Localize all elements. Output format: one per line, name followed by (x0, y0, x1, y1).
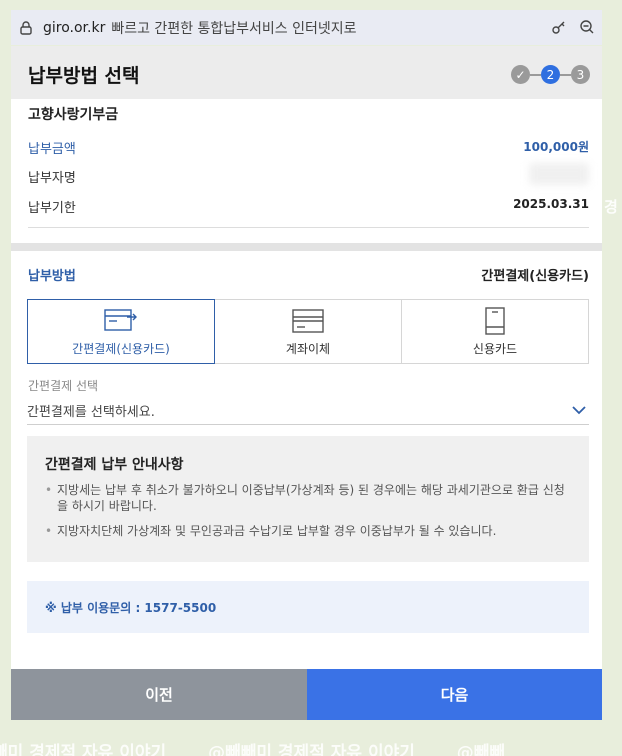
tab-label: 신용카드 (472, 341, 518, 356)
url-domain: giro.or.kr (43, 19, 106, 36)
watermark-strip: 빼미 경제적 자유 이야기 @빼빼미 경제적 자유 이야기 @빼빼 (0, 738, 622, 756)
step-1-complete-icon: ✓ (511, 65, 530, 84)
notice-item: 지방자치단체 가상계좌 및 무인공과금 수납기로 납부할 경우 이중납부가 될 … (45, 523, 575, 539)
divider (28, 227, 589, 228)
tab-bank-transfer[interactable]: 계좌이체 (214, 299, 402, 364)
chevron-down-icon (572, 406, 586, 415)
payment-method-row: 납부방법 간편결제(신용카드) (28, 265, 589, 284)
easy-pay-select[interactable]: 간편결제를 선택하세요. (27, 396, 589, 425)
page-title: 납부방법 선택 (28, 65, 140, 87)
easy-pay-select-value: 간편결제를 선택하세요. (27, 404, 155, 420)
credit-card-icon (485, 306, 505, 335)
tab-easy-pay[interactable]: 간편결제(신용카드) (27, 299, 215, 364)
payer-label: 납부자명 (28, 171, 76, 186)
payment-panel: 납부방법 선택 ✓ 2 3 고향사랑기부금 납부금액 100,000원 납부자명… (11, 46, 602, 720)
tab-label: 계좌이체 (285, 341, 331, 356)
due-date-row: 납부기한 2025.03.31 (28, 197, 589, 216)
easy-pay-select-label: 간편결제 선택 (28, 379, 99, 393)
amount-label: 납부금액 (28, 142, 76, 157)
browser-address-bar[interactable]: giro.or.kr 빠르고 간편한 통합납부서비스 인터넷지로 (11, 10, 602, 45)
notice-list: 지방세는 납부 후 취소가 불가하오니 이중납부(가상계좌 등) 된 경우에는 … (45, 482, 575, 548)
contact-info: ※ 납부 이용문의 : 1577-5500 (27, 581, 589, 633)
step-2-current: 2 (541, 65, 560, 84)
method-label: 납부방법 (28, 269, 76, 284)
key-icon[interactable] (550, 18, 568, 36)
tax-name: 고향사랑기부금 (28, 107, 119, 123)
notice-title: 간편결제 납부 안내사항 (45, 457, 184, 473)
lock-icon[interactable] (17, 19, 35, 37)
tab-label: 간편결제(신용카드) (72, 341, 170, 356)
step-connector (560, 73, 571, 76)
watermark-side: 경 (604, 198, 618, 216)
tab-credit-card[interactable]: 신용카드 (401, 299, 589, 364)
amount-row: 납부금액 100,000원 (28, 138, 589, 157)
page-tab-title: 빠르고 간편한 통합납부서비스 인터넷지로 (111, 20, 357, 37)
step-connector (530, 73, 541, 76)
section-separator (11, 243, 602, 251)
watermark-text: @빼빼미 경제적 자유 이야기 (208, 743, 415, 756)
bank-transfer-icon (292, 308, 324, 333)
prev-button[interactable]: 이전 (11, 669, 307, 720)
due-label: 납부기한 (28, 201, 76, 216)
payment-method-tabs: 간편결제(신용카드) 계좌이체 신용카드 (27, 299, 589, 364)
step-3: 3 (571, 65, 590, 84)
payer-name-redacted (529, 163, 589, 185)
easy-pay-icon (104, 308, 137, 331)
notice-box: 간편결제 납부 안내사항 지방세는 납부 후 취소가 불가하오니 이중납부(가상… (27, 436, 589, 562)
step-indicator: ✓ 2 3 (511, 65, 590, 84)
zoom-out-icon[interactable] (578, 18, 596, 36)
next-button[interactable]: 다음 (307, 669, 602, 720)
contact-text: ※ 납부 이용문의 : 1577-5500 (45, 600, 217, 615)
amount-value: 100,000원 (523, 140, 589, 154)
payer-row: 납부자명 (28, 163, 589, 186)
notice-item: 지방세는 납부 후 취소가 불가하오니 이중납부(가상계좌 등) 된 경우에는 … (45, 482, 575, 514)
watermark-text: 빼미 경제적 자유 이야기 (0, 743, 167, 756)
watermark-text: @빼빼 (456, 743, 506, 756)
page-header: 납부방법 선택 ✓ 2 3 (11, 46, 602, 99)
method-value: 간편결제(신용카드) (481, 269, 589, 284)
due-value: 2025.03.31 (513, 197, 589, 211)
